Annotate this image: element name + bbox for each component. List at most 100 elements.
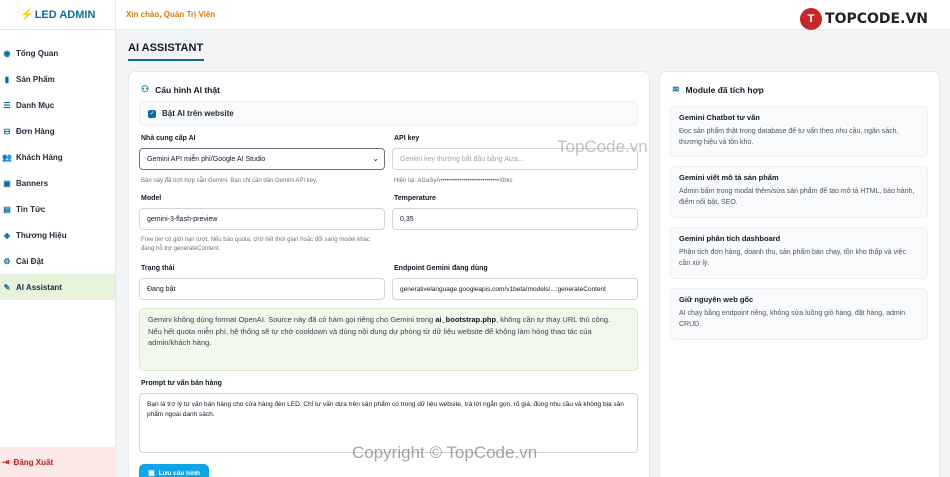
provider-selected-value: Gemini API miễn phí/Google AI Studio [147, 155, 266, 163]
topcode-logo-icon: T [800, 8, 823, 30]
sidebar-item-label: Banners [16, 178, 49, 188]
sidebar: ⚡ LED ADMIN ◉ Tổng Quan ▮ Sản Phẩm ☰ Danh M… [0, 0, 116, 477]
save-config-button[interactable]: ▣ Lưu cấu hình [139, 464, 209, 477]
module-desc: Đọc sản phẩm thật trong database để tư v… [679, 128, 899, 146]
api-key-placeholder: Gemini key thường bắt đầu bằng Aiza... [400, 155, 524, 163]
ai-config-title: Cấu hình AI thật [155, 84, 220, 95]
endpoint-value: generativelanguage.googleapis.com/v1beta… [400, 285, 606, 293]
enable-ai-label: Bật AI trên website [162, 109, 234, 118]
chevron-down-icon: ⌄ [372, 154, 379, 163]
temperature-input[interactable]: 0,35 [392, 208, 638, 230]
pen-icon: ✎ [3, 282, 11, 292]
module-desc: Phân tích đơn hàng, doanh thu, sản phẩm … [679, 249, 907, 267]
tag-icon: ◈ [3, 230, 11, 240]
prompt-value: Bạn là trợ lý tư vấn bán hàng cho cửa hà… [147, 401, 624, 418]
brand-logo[interactable]: ⚡ LED ADMIN [0, 0, 115, 30]
sidebar-item-label: Cài Đặt [16, 256, 44, 266]
dashboard-icon: ◉ [3, 48, 11, 58]
modules-heading: ≋ Module đã tích hợp [672, 84, 764, 95]
watermark-bottom: Copyright © TopCode.vn [352, 443, 538, 462]
gemini-info-alert: Gemini không dùng format OpenAI. Source … [139, 308, 638, 371]
sidebar-item-tin-tuc[interactable]: ▤ Tin Tức [0, 196, 115, 222]
sidebar-nav: ◉ Tổng Quan ▮ Sản Phẩm ☰ Danh Mục ⊟ Đơn Hàng… [0, 30, 115, 300]
sidebar-item-label: Tin Tức [16, 204, 46, 214]
logout-icon: ⇥ [2, 456, 10, 467]
module-desc: Admin bấm trong modal thêm/sửa sản phẩm … [679, 188, 915, 206]
users-icon: 👥 [2, 152, 12, 162]
logout-button[interactable]: ⇥ Đăng Xuất [0, 447, 116, 477]
module-desc: AI chạy bằng endpoint riêng, không sửa l… [679, 310, 906, 328]
module-item: Giữ nguyên web gốc AI chạy bằng endpoint… [670, 288, 928, 340]
watermark-top: TopCode.vn [557, 137, 648, 156]
sidebar-item-label: Khách Hàng [16, 152, 63, 162]
sidebar-item-san-pham[interactable]: ▮ Sản Phẩm [0, 66, 115, 92]
modules-card: ≋ Module đã tích hợp Gemini Chatbot tư v… [659, 71, 940, 477]
topcode-logo: T TOPCODE.VN [800, 8, 928, 30]
logout-label: Đăng Xuất [13, 457, 54, 467]
module-item: Gemini viết mô tả sản phẩm Admin bấm tro… [670, 166, 928, 218]
enable-ai-row: ✓ Bật AI trên website [139, 101, 638, 126]
provider-select[interactable]: Gemini API miễn phí/Google AI Studio ⌄ [139, 148, 385, 170]
provider-hint: Bản này đã tích hợp sẵn Gemini. Bạn chỉ … [141, 178, 318, 184]
endpoint-label: Endpoint Gemini đang dùng [394, 265, 488, 272]
alert-line-1: Gemini không dùng format OpenAI. Source … [148, 315, 611, 324]
status-input[interactable]: Đang bật [139, 278, 385, 300]
module-title: Gemini viết mô tả sản phẩm [679, 173, 779, 182]
sidebar-item-thuong-hieu[interactable]: ◈ Thương Hiệu [0, 222, 115, 248]
layers-icon: ≋ [672, 84, 680, 94]
gear-icon: ⚙ [3, 256, 11, 266]
temperature-label: Temperature [394, 195, 436, 202]
module-title: Giữ nguyên web gốc [679, 295, 754, 304]
page-title: AI ASSISTANT [128, 42, 204, 54]
status-value: Đang bật [147, 285, 176, 293]
sidebar-item-don-hang[interactable]: ⊟ Đơn Hàng [0, 118, 115, 144]
model-hint: Free tier có giới hạn lượt. Nếu báo quot… [141, 237, 370, 252]
save-icon: ▣ [148, 470, 155, 477]
sidebar-item-cai-dat[interactable]: ⚙ Cài Đặt [0, 248, 115, 274]
sidebar-item-danh-muc[interactable]: ☰ Danh Mục [0, 92, 115, 118]
model-input[interactable]: gemini-3-flash-preview [139, 208, 385, 230]
prompt-label: Prompt tư vấn bán hàng [141, 380, 222, 387]
alert-line-2: Nếu hết quota miễn phí, hệ thống sẽ tự c… [148, 326, 592, 348]
temperature-value: 0,35 [400, 215, 414, 223]
modules-title: Module đã tích hợp [685, 84, 764, 95]
model-label: Model [141, 195, 162, 202]
sidebar-item-label: Tổng Quan [16, 48, 59, 58]
ai-config-heading: ⚇ Cấu hình AI thật [141, 84, 220, 95]
module-item: Gemini phân tích dashboard Phân tích đơn… [670, 227, 928, 279]
list-icon: ☰ [3, 100, 11, 110]
cart-icon: ⊟ [3, 126, 11, 136]
box-icon: ▮ [4, 74, 10, 84]
save-config-label: Lưu cấu hình [158, 469, 200, 477]
sidebar-item-label: Sản Phẩm [16, 74, 55, 84]
image-icon: ▣ [3, 178, 11, 188]
ai-config-card: ⚇ Cấu hình AI thật ✓ Bật AI trên website… [128, 71, 650, 477]
api-key-label: API key [394, 135, 420, 142]
endpoint-input[interactable]: generativelanguage.googleapis.com/v1beta… [392, 278, 638, 300]
sidebar-item-label: Thương Hiệu [16, 230, 67, 240]
sidebar-item-khach-hang[interactable]: 👥 Khách Hàng [0, 144, 115, 170]
greeting-text: Xin chào, Quản Trị Viên [126, 10, 216, 19]
sidebar-item-label: Danh Mục [16, 100, 55, 110]
model-value: gemini-3-flash-preview [147, 215, 218, 223]
brand-name: LED ADMIN [34, 8, 96, 21]
enable-ai-checkbox[interactable]: ✓ [148, 109, 156, 118]
bolt-icon: ⚡ [20, 9, 34, 21]
sidebar-item-label: Đơn Hàng [16, 126, 55, 136]
sidebar-item-ai-assistant[interactable]: ✎ AI Assistant [0, 274, 115, 300]
status-label: Trạng thái [141, 265, 175, 272]
topcode-logo-text: TOPCODE.VN [825, 11, 928, 27]
page-title-underline [128, 59, 204, 61]
api-key-hint: Hiện tại: AIzaSyA•••••••••••••••••••••••… [394, 178, 513, 184]
sidebar-item-label: AI Assistant [16, 282, 62, 292]
robot-icon: ⚇ [141, 84, 150, 94]
topbar: Xin chào, Quản Trị Viên T TOPCODE.VN [116, 0, 950, 30]
sidebar-item-tong-quan[interactable]: ◉ Tổng Quan [0, 40, 115, 66]
provider-label: Nhà cung cấp AI [141, 135, 196, 142]
newspaper-icon: ▤ [3, 204, 11, 214]
alert-filename: ai_bootstrap.php [435, 315, 497, 324]
sidebar-item-banners[interactable]: ▣ Banners [0, 170, 115, 196]
module-item: Gemini Chatbot tư vấn Đọc sản phẩm thật … [670, 106, 928, 157]
module-title: Gemini Chatbot tư vấn [679, 113, 760, 122]
module-title: Gemini phân tích dashboard [679, 234, 781, 243]
